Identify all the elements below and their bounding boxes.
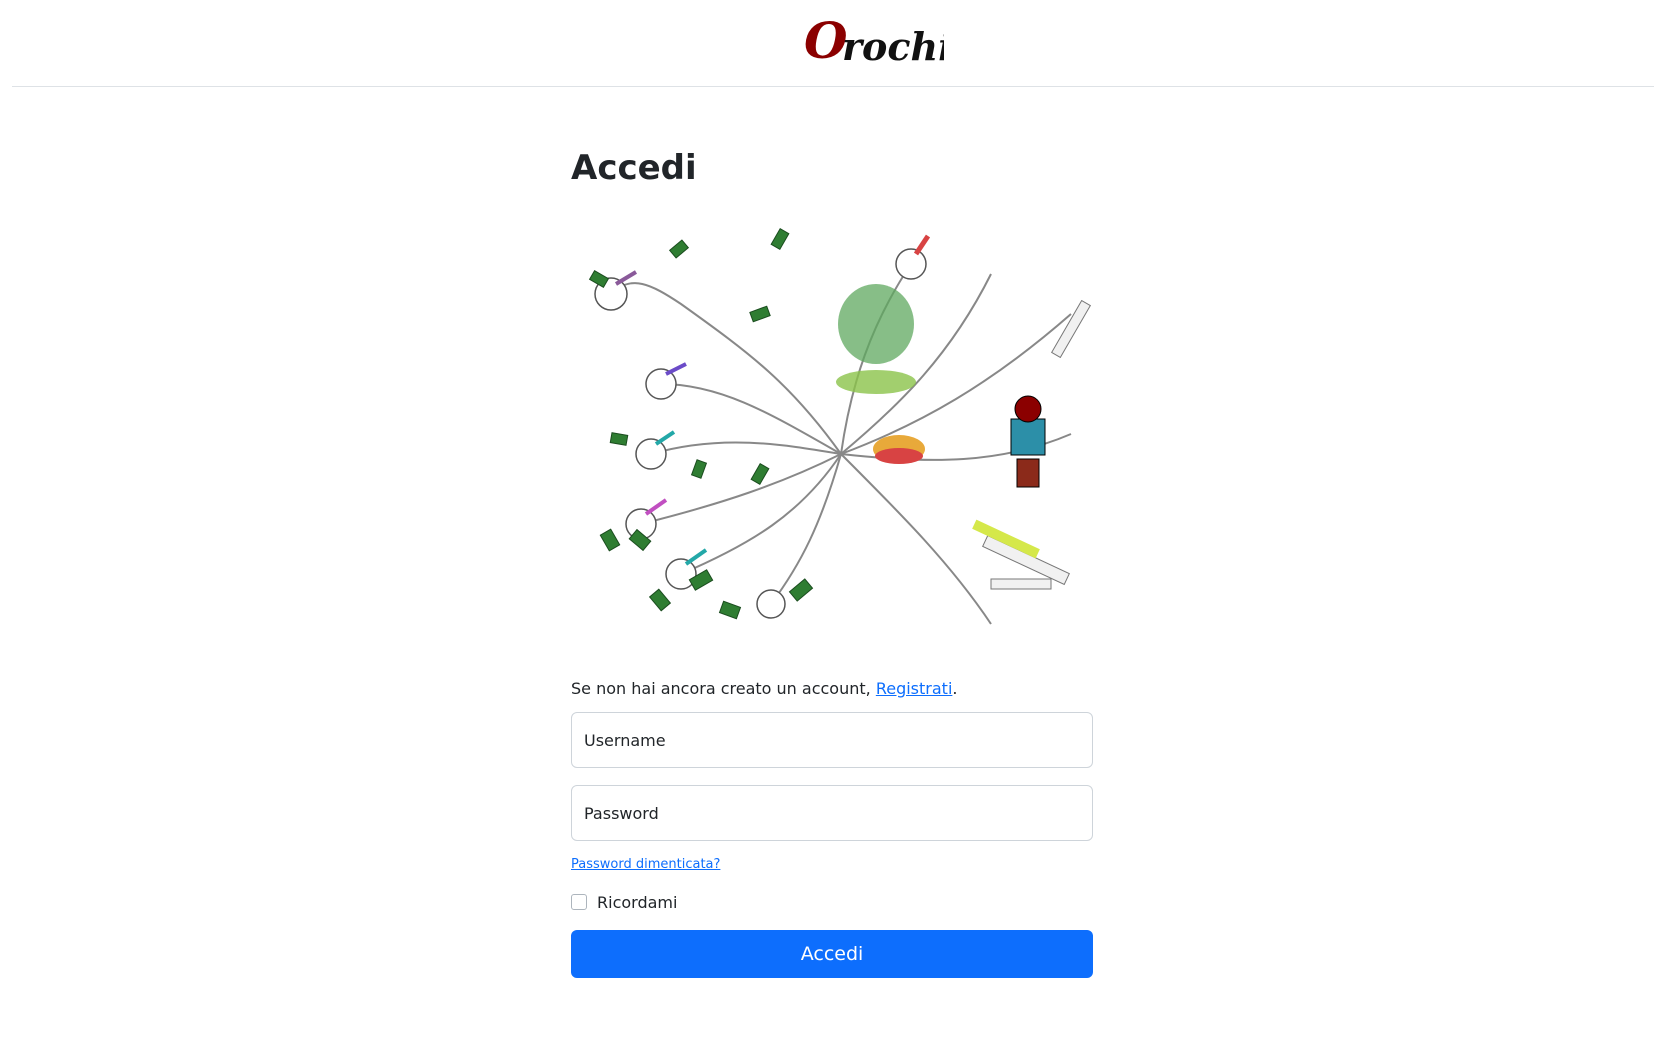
page-title: Accedi <box>571 148 697 188</box>
username-input[interactable] <box>584 713 1080 767</box>
remember-me-checkbox[interactable] <box>571 894 587 910</box>
forgot-password-link[interactable]: Password dimenticata? <box>571 856 720 874</box>
orochi-logo[interactable]: O rochi <box>802 4 944 70</box>
signup-prompt-suffix: . <box>952 679 958 698</box>
remember-me-label[interactable]: Ricordami <box>597 893 677 912</box>
top-header: O rochi <box>12 0 1654 87</box>
signup-prompt: Se non hai ancora creato un account, Reg… <box>571 677 957 701</box>
signup-prompt-text: Se non hai ancora creato un account, <box>571 679 876 698</box>
remember-me-row[interactable]: Ricordami <box>571 890 677 914</box>
orochi-illustration <box>588 228 1092 625</box>
username-field-wrapper <box>571 712 1093 768</box>
register-link[interactable]: Registrati <box>876 679 953 698</box>
password-field-wrapper <box>571 785 1093 841</box>
login-panel: Accedi Se non hai ancora creato un accou… <box>571 140 1095 978</box>
password-input[interactable] <box>584 786 1080 840</box>
login-submit-button[interactable]: Accedi <box>571 930 1093 978</box>
svg-text:rochi: rochi <box>842 24 944 69</box>
